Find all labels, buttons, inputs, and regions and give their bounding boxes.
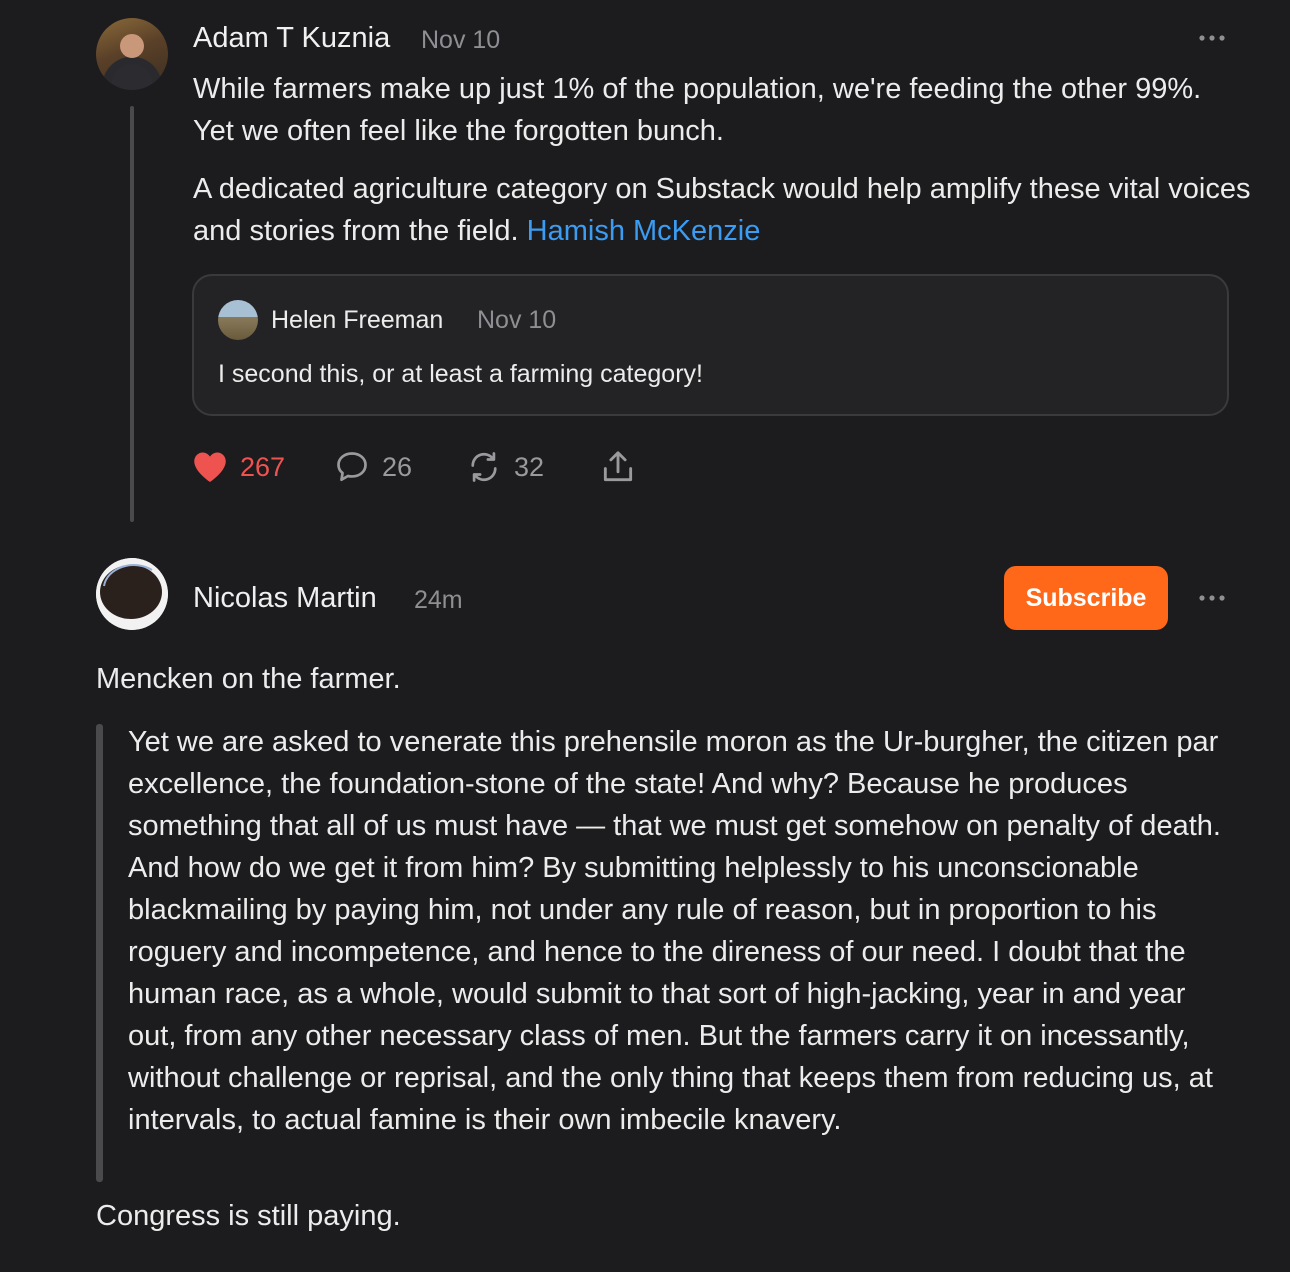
share-button[interactable] <box>598 447 638 487</box>
ellipsis-icon <box>1199 595 1225 601</box>
restack-count: 32 <box>514 451 545 482</box>
avatar-adam[interactable] <box>96 18 168 90</box>
like-count: 267 <box>240 451 286 482</box>
thread-line <box>130 106 134 522</box>
more-options-button-2[interactable] <box>1195 588 1229 608</box>
note-closing-text: Congress is still paying. <box>96 1200 401 1232</box>
author-name[interactable]: Adam T Kuznia <box>193 22 390 55</box>
blockquote-text: Yet we are asked to venerate this prehen… <box>128 726 1221 1136</box>
more-options-button[interactable] <box>1195 28 1229 48</box>
blockquote-bar <box>96 724 103 1182</box>
comment-bubble-icon <box>337 452 367 482</box>
note-date-2[interactable]: 24m <box>414 586 463 615</box>
comment-count: 26 <box>382 451 413 482</box>
quoted-text: I second this, or at least a farming cat… <box>218 360 703 388</box>
heart-icon <box>194 452 226 482</box>
restack-button[interactable]: 32 <box>466 447 544 487</box>
quoted-date: Nov 10 <box>477 306 557 334</box>
note-body-paragraph: While farmers make up just 1% of the pop… <box>193 73 1202 147</box>
mention-link[interactable]: Hamish McKenzie <box>527 215 761 247</box>
note-body-paragraph-2: A dedicated agriculture category on Subs… <box>193 168 1253 252</box>
author-name-2[interactable]: Nicolas Martin <box>193 582 377 615</box>
like-button[interactable]: 267 <box>192 447 285 487</box>
avatar-helen <box>218 300 258 340</box>
note-date[interactable]: Nov 10 <box>421 26 500 55</box>
comment-button[interactable]: 26 <box>334 447 412 487</box>
publication-logo-icon <box>96 558 168 630</box>
ellipsis-icon <box>1199 35 1225 41</box>
subscribe-button[interactable]: Subscribe <box>1004 566 1168 630</box>
quoted-author-name: Helen Freeman <box>271 306 444 334</box>
restack-icon <box>471 452 497 482</box>
share-icon <box>603 451 633 482</box>
quoted-note-card[interactable] <box>192 274 1229 416</box>
note-intro-text: Mencken on the farmer. <box>96 663 401 695</box>
avatar-nicolas[interactable] <box>96 558 168 630</box>
person-photo-icon <box>110 34 154 90</box>
